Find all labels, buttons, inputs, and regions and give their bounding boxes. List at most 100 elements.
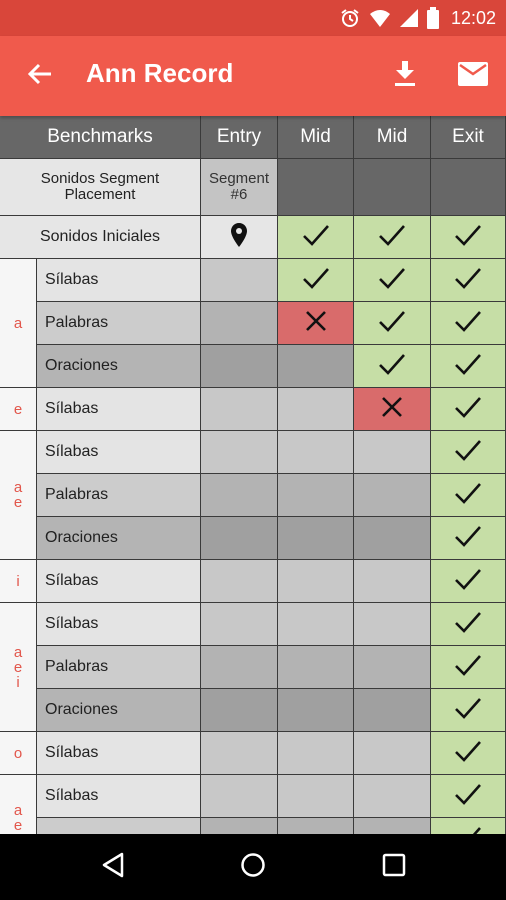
result-cell-3[interactable] <box>431 689 506 732</box>
result-cell-1[interactable] <box>278 388 354 431</box>
group-letters: i <box>0 560 37 603</box>
entry-cell[interactable] <box>201 603 278 646</box>
alarm-icon <box>339 7 361 29</box>
result-cell-1[interactable] <box>278 646 354 689</box>
result-cell-2[interactable] <box>354 689 431 732</box>
entry-cell[interactable] <box>201 775 278 818</box>
result-cell-2[interactable] <box>354 818 431 834</box>
result-cell-1[interactable] <box>278 517 354 560</box>
group-letter: a <box>13 801 23 819</box>
entry-cell[interactable] <box>201 345 278 388</box>
entry-cell[interactable] <box>201 517 278 560</box>
entry-cell[interactable] <box>201 474 278 517</box>
check-icon <box>453 653 483 682</box>
result-cell-3[interactable] <box>431 431 506 474</box>
check-icon <box>453 352 483 381</box>
result-cell-3[interactable] <box>431 302 506 345</box>
placement-mid-2 <box>354 159 431 216</box>
result-cell-3[interactable] <box>431 474 506 517</box>
result-cell-1[interactable] <box>278 603 354 646</box>
arrow-back-icon <box>27 61 53 92</box>
placement-label: Sonidos Segment Placement <box>0 159 201 216</box>
group-letter: o <box>13 744 23 762</box>
entry-cell[interactable] <box>201 560 278 603</box>
iniciales-mark-1[interactable] <box>278 216 354 259</box>
benchmark-label: Sílabas <box>37 388 201 431</box>
check-icon <box>453 223 483 252</box>
result-cell-3[interactable] <box>431 517 506 560</box>
group-letters: a <box>0 259 37 388</box>
result-cell-1[interactable] <box>278 474 354 517</box>
download-icon <box>393 60 417 93</box>
download-button[interactable] <box>383 54 427 98</box>
entry-cell[interactable] <box>201 646 278 689</box>
result-cell-2[interactable] <box>354 474 431 517</box>
entry-cell[interactable] <box>201 259 278 302</box>
result-cell-2[interactable] <box>354 431 431 474</box>
app-bar: Ann Record <box>0 36 506 116</box>
iniciales-mark-2[interactable] <box>354 216 431 259</box>
result-cell-1[interactable] <box>278 431 354 474</box>
benchmark-label: Sílabas <box>37 603 201 646</box>
iniciales-mark-3[interactable] <box>431 216 506 259</box>
check-icon <box>453 438 483 467</box>
result-cell-2[interactable] <box>354 775 431 818</box>
entry-cell[interactable] <box>201 818 278 834</box>
result-cell-3[interactable] <box>431 603 506 646</box>
result-cell-2[interactable] <box>354 646 431 689</box>
result-cell-3[interactable] <box>431 345 506 388</box>
result-cell-3[interactable] <box>431 646 506 689</box>
result-cell-2[interactable] <box>354 388 431 431</box>
battery-icon <box>426 7 439 29</box>
nav-back-button[interactable] <box>88 842 138 892</box>
result-cell-2[interactable] <box>354 732 431 775</box>
result-cell-1[interactable] <box>278 689 354 732</box>
group-letter: e <box>13 658 23 676</box>
check-icon <box>377 223 407 252</box>
nav-home-button[interactable] <box>228 842 278 892</box>
result-cell-1[interactable] <box>278 775 354 818</box>
entry-cell[interactable] <box>201 388 278 431</box>
placement-entry[interactable]: Segment #6 <box>201 159 278 216</box>
result-cell-1[interactable] <box>278 818 354 834</box>
benchmark-label: Sílabas <box>37 259 201 302</box>
result-cell-2[interactable] <box>354 560 431 603</box>
back-button[interactable] <box>18 54 62 98</box>
result-cell-1[interactable] <box>278 345 354 388</box>
benchmark-table: Benchmarks Entry Mid Mid Exit Sonidos Se… <box>0 116 506 834</box>
page-title: Ann Record <box>86 58 234 88</box>
header-entry: Entry <box>201 116 278 159</box>
result-cell-3[interactable] <box>431 732 506 775</box>
iniciales-entry[interactable] <box>201 216 278 259</box>
cross-icon <box>380 395 404 424</box>
nav-recents-button[interactable] <box>369 842 419 892</box>
result-cell-1[interactable] <box>278 259 354 302</box>
result-cell-3[interactable] <box>431 560 506 603</box>
result-cell-1[interactable] <box>278 302 354 345</box>
benchmark-label: Palabras <box>37 302 201 345</box>
recents-square-icon <box>382 853 406 882</box>
result-cell-2[interactable] <box>354 345 431 388</box>
email-button[interactable] <box>451 54 495 98</box>
entry-cell[interactable] <box>201 689 278 732</box>
benchmark-label: Oraciones <box>37 517 201 560</box>
result-cell-2[interactable] <box>354 302 431 345</box>
result-cell-2[interactable] <box>354 603 431 646</box>
entry-cell[interactable] <box>201 732 278 775</box>
group-letter: a <box>13 643 23 661</box>
mail-icon <box>458 61 488 91</box>
result-cell-1[interactable] <box>278 732 354 775</box>
result-cell-3[interactable] <box>431 259 506 302</box>
result-cell-1[interactable] <box>278 560 354 603</box>
result-cell-3[interactable] <box>431 818 506 834</box>
location-pin-icon <box>230 222 248 253</box>
benchmark-label: Palabras <box>37 646 201 689</box>
entry-cell[interactable] <box>201 431 278 474</box>
check-icon <box>453 266 483 295</box>
result-cell-3[interactable] <box>431 388 506 431</box>
result-cell-2[interactable] <box>354 517 431 560</box>
result-cell-3[interactable] <box>431 775 506 818</box>
back-triangle-icon <box>101 852 125 883</box>
entry-cell[interactable] <box>201 302 278 345</box>
result-cell-2[interactable] <box>354 259 431 302</box>
